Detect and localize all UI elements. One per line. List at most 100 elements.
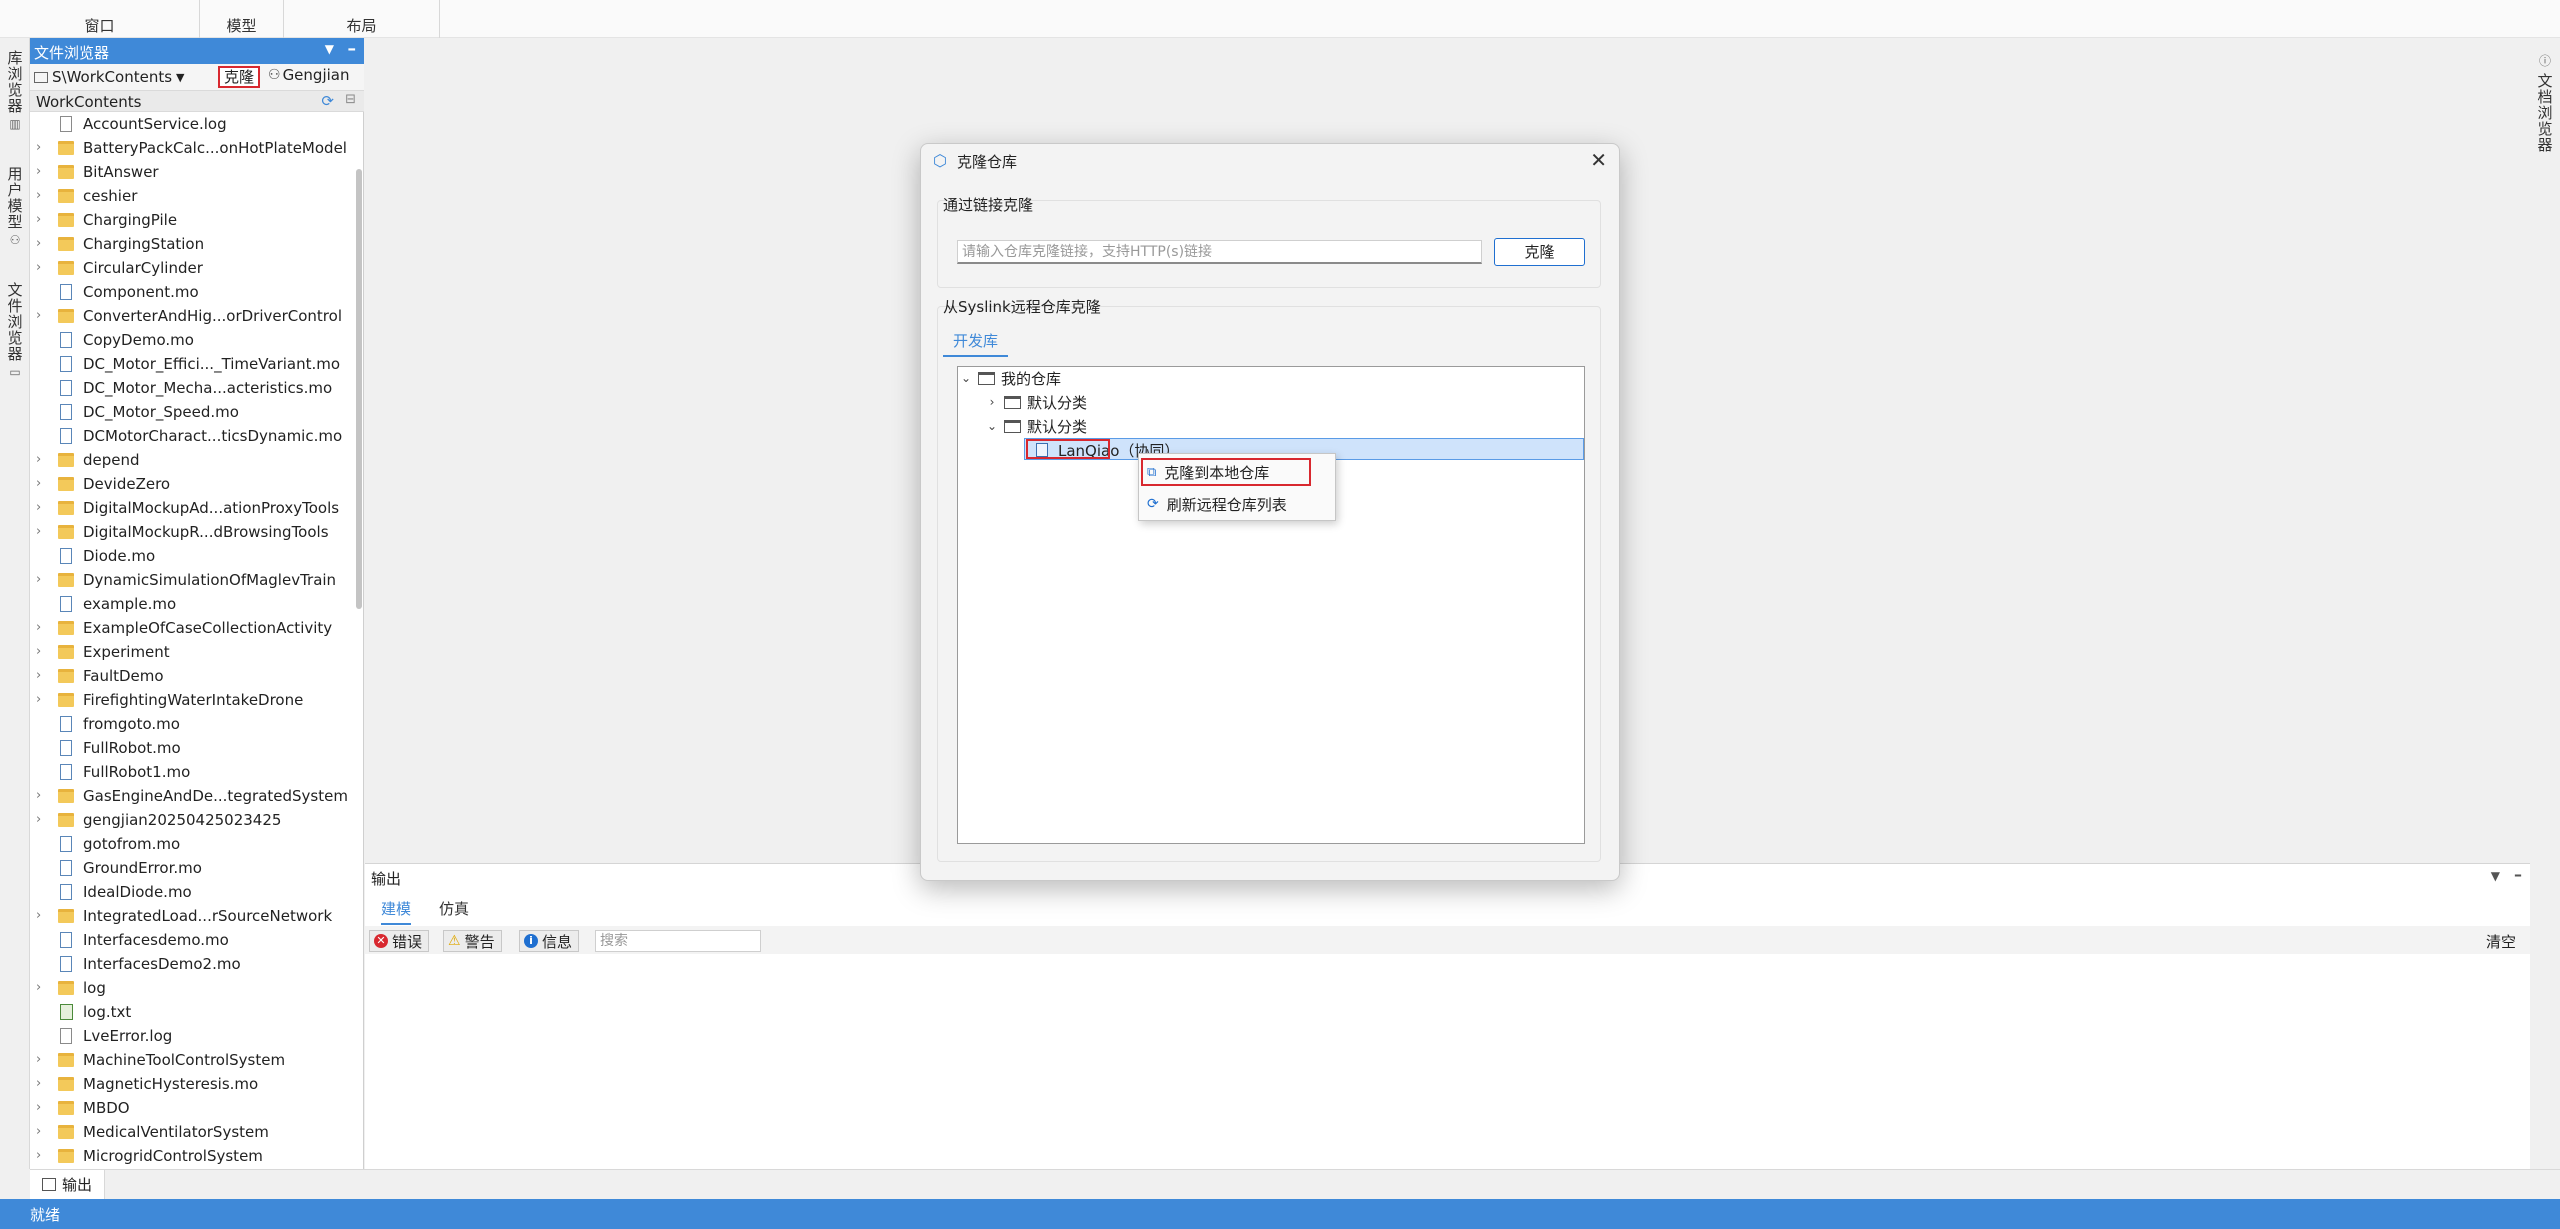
dropdown-icon[interactable]: ▼ [2491,869,2500,883]
chevron-right-icon[interactable]: › [36,476,41,491]
chevron-right-icon[interactable]: › [36,524,41,539]
chevron-right-icon[interactable]: › [36,452,41,467]
tab-modeling[interactable]: 建模 [381,898,412,925]
menu-item-refresh-remote[interactable]: ⟳ 刷新远程仓库列表 [1141,490,1333,518]
tree-file-row[interactable]: Interfacesdemo.mo [30,929,356,953]
tree-folder-row[interactable]: › MicrogridControlSystem [30,1145,356,1169]
tree-folder-row[interactable]: › MachineToolControlSystem [30,1049,356,1073]
chevron-right-icon[interactable]: › [36,908,41,923]
tab-simulation[interactable]: 仿真 [439,898,469,919]
tree-folder-row[interactable]: › ConverterAndHig...orDriverControl [30,305,356,329]
tree-folder-row[interactable]: › MBDO [30,1097,356,1121]
repo-url-input[interactable]: 请输入仓库克隆链接，支持HTTP(s)链接 [957,240,1482,264]
toolbar-group-window[interactable]: 窗口 [0,0,200,38]
minimize-icon[interactable]: – [2514,865,2522,884]
tree-file-row[interactable]: fromgoto.mo [30,713,356,737]
tree-node-category[interactable]: › 默认分类 [986,391,1087,413]
chevron-right-icon[interactable]: › [36,164,41,179]
clear-button[interactable]: 清空 [2486,931,2516,952]
tree-file-row[interactable]: InterfacesDemo2.mo [30,953,356,977]
tree-file-row[interactable]: FullRobot.mo [30,737,356,761]
tab-file-browser[interactable]: 文件浏览器 ▭ [3,282,27,379]
tree-folder-row[interactable]: › DigitalMockupAd...ationProxyTools [30,497,356,521]
tab-output[interactable]: 输出 [30,1170,106,1199]
tree-folder-row[interactable]: › gengjian20250425023425 [30,809,356,833]
error-filter-button[interactable]: ✕ 错误 [369,930,430,952]
chevron-right-icon[interactable]: › [986,395,998,409]
chevron-right-icon[interactable]: › [36,1148,41,1163]
tree-folder-row[interactable]: › MagneticHysteresis.mo [30,1073,356,1097]
tree-file-row[interactable]: LveError.log [30,1025,356,1049]
chevron-right-icon[interactable]: › [36,812,41,827]
chevron-down-icon[interactable]: ⌄ [960,371,972,385]
chevron-right-icon[interactable]: › [36,308,41,323]
tree-folder-row[interactable]: › GasEngineAndDe...tegratedSystem [30,785,356,809]
tree-file-row[interactable]: CopyDemo.mo [30,329,356,353]
path-selector[interactable]: S\WorkContents ▼ [34,67,185,87]
tree-folder-row[interactable]: › ExampleOfCaseCollectionActivity [30,617,356,641]
tree-folder-row[interactable]: › BitAnswer [30,161,356,185]
refresh-icon[interactable]: ⟳ [321,92,334,110]
chevron-right-icon[interactable]: › [36,212,41,227]
chevron-right-icon[interactable]: › [36,236,41,251]
toolbar-group-layout[interactable]: 布局 [284,0,440,38]
minimize-icon[interactable]: – [348,39,357,59]
info-filter-button[interactable]: i 信息 [519,930,580,952]
tree-file-row[interactable]: DC_Motor_Effici..._TimeVariant.mo [30,353,356,377]
chevron-right-icon[interactable]: › [36,668,41,683]
chevron-down-icon[interactable]: ⌄ [986,419,998,433]
tree-folder-row[interactable]: › CircularCylinder [30,257,356,281]
tree-folder-row[interactable]: › ChargingPile [30,209,356,233]
tree-folder-row[interactable]: › ceshier [30,185,356,209]
chevron-right-icon[interactable]: › [36,260,41,275]
chevron-right-icon[interactable]: › [36,692,41,707]
dropdown-icon[interactable]: ▼ [325,42,334,56]
search-input[interactable]: 搜索 [595,930,761,952]
tree-folder-row[interactable]: › log [30,977,356,1001]
tree-folder-row[interactable]: › DynamicSimulationOfMaglevTrain [30,569,356,593]
tree-file-row[interactable]: DCMotorCharact...ticsDynamic.mo [30,425,356,449]
tree-node-category[interactable]: ⌄ 默认分类 [986,415,1087,437]
tree-folder-row[interactable]: › depend [30,449,356,473]
tree-file-row[interactable]: example.mo [30,593,356,617]
chevron-right-icon[interactable]: › [36,1124,41,1139]
chevron-right-icon[interactable]: › [36,1052,41,1067]
chevron-right-icon[interactable]: › [36,1076,41,1091]
chevron-right-icon[interactable]: › [36,980,41,995]
toolbar-group-model[interactable]: 模型 [200,0,284,38]
chevron-right-icon[interactable]: › [36,572,41,587]
collapse-icon[interactable]: ⊟ [345,92,356,107]
tab-dev-library[interactable]: 开发库 [943,330,1009,357]
tree-folder-row[interactable]: › FirefightingWaterIntakeDrone [30,689,356,713]
file-tree-scrollbar[interactable] [356,169,362,609]
clone-url-button[interactable]: 克隆 [1494,238,1585,266]
clone-button[interactable]: 克隆 [218,66,260,88]
tree-file-row[interactable]: Diode.mo [30,545,356,569]
tree-file-row[interactable]: DC_Motor_Speed.mo [30,401,356,425]
tree-file-row[interactable]: gotofrom.mo [30,833,356,857]
chevron-right-icon[interactable]: › [36,620,41,635]
tab-user-model[interactable]: 用户模型 ⚇ [3,166,27,247]
tree-folder-row[interactable]: › FaultDemo [30,665,356,689]
chevron-right-icon[interactable]: › [36,644,41,659]
tree-node-my-repos[interactable]: ⌄ 我的仓库 [960,367,1061,389]
tree-file-row[interactable]: GroundError.mo [30,857,356,881]
tree-folder-row[interactable]: › ChargingStation [30,233,356,257]
tree-folder-row[interactable]: › IntegratedLoad...rSourceNetwork [30,905,356,929]
tab-document-browser[interactable]: ⓘ 文档浏览器 [2533,52,2557,153]
tree-file-row[interactable]: FullRobot1.mo [30,761,356,785]
tree-folder-row[interactable]: › BatteryPackCalc...onHotPlateModel [30,137,356,161]
tab-library-browser[interactable]: 库浏览器 ▥ [3,50,27,131]
tree-folder-row[interactable]: › DigitalMockupR...dBrowsingTools [30,521,356,545]
user-button[interactable]: ⚇ Gengjian [268,66,349,84]
tree-file-row[interactable]: Component.mo [30,281,356,305]
warning-filter-button[interactable]: ⚠ 警告 [443,930,502,952]
chevron-right-icon[interactable]: › [36,140,41,155]
tree-file-row[interactable]: IdealDiode.mo [30,881,356,905]
tree-file-row[interactable]: log.txt [30,1001,356,1025]
tree-folder-row[interactable]: › DevideZero [30,473,356,497]
tree-folder-row[interactable]: › MedicalVentilatorSystem [30,1121,356,1145]
tree-file-row[interactable]: AccountService.log [30,113,356,137]
chevron-right-icon[interactable]: › [36,1100,41,1115]
close-icon[interactable]: ✕ [1590,148,1607,172]
